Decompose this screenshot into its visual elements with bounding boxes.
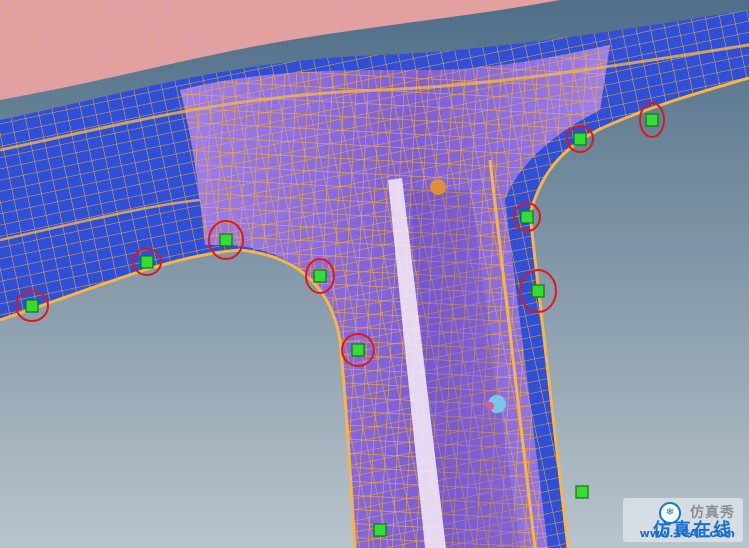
cae-mesh-viewport[interactable]: ❄ 仿真秀 仿真在线 www.1CAE.com [0,0,749,548]
mesh-scene[interactable] [0,0,749,548]
orange-node [430,179,446,195]
weld-node-06-node [531,284,545,298]
weld-node-05-node [351,343,365,357]
node-lower-1 [575,485,589,499]
weld-node-08-node [573,132,587,146]
watermark-site: www.1CAE.com [639,527,735,540]
weld-node-02-node [140,255,154,269]
weld-node-03-node [219,233,233,247]
magenta-node [486,402,494,410]
weld-node-07-node [520,210,534,224]
weld-node-01-node [25,299,39,313]
weld-node-04-node [313,269,327,283]
node-lower-2 [373,523,387,537]
weld-node-09-node [645,113,659,127]
watermark: ❄ 仿真秀 仿真在线 www.1CAE.com [623,498,743,542]
